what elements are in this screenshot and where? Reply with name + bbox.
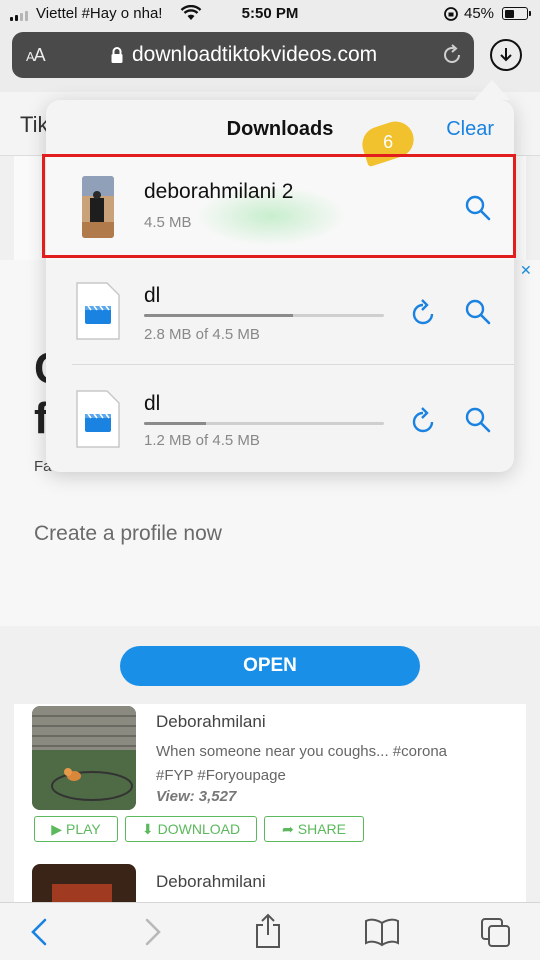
popover-arrow [474, 80, 510, 100]
download-circle-icon [500, 48, 512, 62]
downloads-popover: Downloads Clear 6 deborahmilani 2 4.5 MB [46, 100, 514, 472]
download-size: 4.5 MB [144, 214, 192, 231]
download-size: 1.2 MB of 4.5 MB [144, 432, 260, 449]
site-title: Tik [20, 112, 49, 137]
video-file-icon [76, 390, 120, 448]
download-label: DOWNLOAD [157, 821, 241, 837]
browser-address-bar: AA downloadtiktokvideos.com [0, 28, 540, 92]
video-thumbnail[interactable] [32, 706, 136, 810]
share-label: SHARE [297, 821, 346, 837]
video-author[interactable]: Deborahmilani [156, 872, 266, 892]
battery-icon [502, 7, 531, 20]
download-item[interactable]: dl 2.8 MB of 4.5 MB [46, 260, 514, 364]
ad-close-icon[interactable]: ✕ [520, 262, 536, 278]
rotation-lock-icon [444, 7, 458, 21]
downloads-title: Downloads [226, 118, 334, 140]
retry-icon[interactable] [410, 406, 438, 436]
reload-icon[interactable] [440, 43, 464, 67]
clear-button[interactable]: Clear [446, 118, 494, 141]
download-progress-bar [144, 422, 384, 425]
download-name: deborahmilani 2 [144, 180, 294, 203]
download-icon: ⬇ [141, 820, 154, 837]
download-size: 2.8 MB of 4.5 MB [144, 326, 260, 343]
download-name: dl [144, 392, 161, 415]
video-file-icon [76, 282, 120, 340]
share-button[interactable]: ➦ SHARE [264, 816, 364, 842]
magnifier-icon[interactable] [464, 194, 492, 222]
play-icon: ▶ [51, 820, 62, 837]
forward-icon[interactable] [140, 917, 164, 947]
battery-percent: 45% [464, 5, 495, 22]
back-icon[interactable] [28, 917, 52, 947]
text-size-button[interactable]: AA [26, 45, 46, 66]
magnifier-icon[interactable] [464, 298, 492, 326]
clock: 5:50 PM [241, 5, 299, 22]
status-bar: Viettel #Hay o nha! 5:50 PM 45% [0, 0, 540, 28]
share-icon[interactable] [254, 913, 282, 949]
open-button[interactable]: OPEN [120, 646, 420, 686]
retry-icon[interactable] [410, 298, 438, 328]
download-button[interactable]: ⬇ DOWNLOAD [125, 816, 257, 842]
tabs-icon[interactable] [480, 917, 512, 949]
url-field[interactable]: AA downloadtiktokvideos.com [12, 32, 474, 78]
download-item[interactable]: deborahmilani 2 4.5 MB [46, 156, 514, 260]
url-text: downloadtiktokvideos.com [132, 43, 378, 66]
download-name: dl [144, 284, 161, 307]
bookmarks-icon[interactable] [364, 917, 400, 947]
download-progress-bar [144, 314, 384, 317]
video-thumbnail-icon [82, 176, 114, 238]
video-description: When someone near you coughs... #corona … [156, 743, 448, 784]
video-list: Deborahmilani When someone near you coug… [14, 704, 526, 902]
download-item[interactable]: dl 1.2 MB of 4.5 MB [46, 368, 514, 472]
share-arrow-icon: ➦ [282, 820, 294, 837]
divider [72, 364, 514, 365]
step-badge-number: 6 [382, 131, 394, 152]
browser-toolbar [0, 902, 540, 960]
play-button[interactable]: ▶ PLAY [34, 816, 118, 842]
downloads-button[interactable] [490, 39, 522, 71]
open-section: OPEN [0, 626, 540, 704]
magnifier-icon[interactable] [464, 406, 492, 434]
video-thumbnail[interactable] [32, 864, 136, 902]
video-author[interactable]: Deborahmilani [156, 712, 266, 732]
video-views: View: 3,527 [156, 788, 237, 805]
create-profile-text: Create a profile now [34, 522, 222, 545]
play-label: PLAY [66, 821, 101, 837]
lock-icon [111, 47, 123, 63]
